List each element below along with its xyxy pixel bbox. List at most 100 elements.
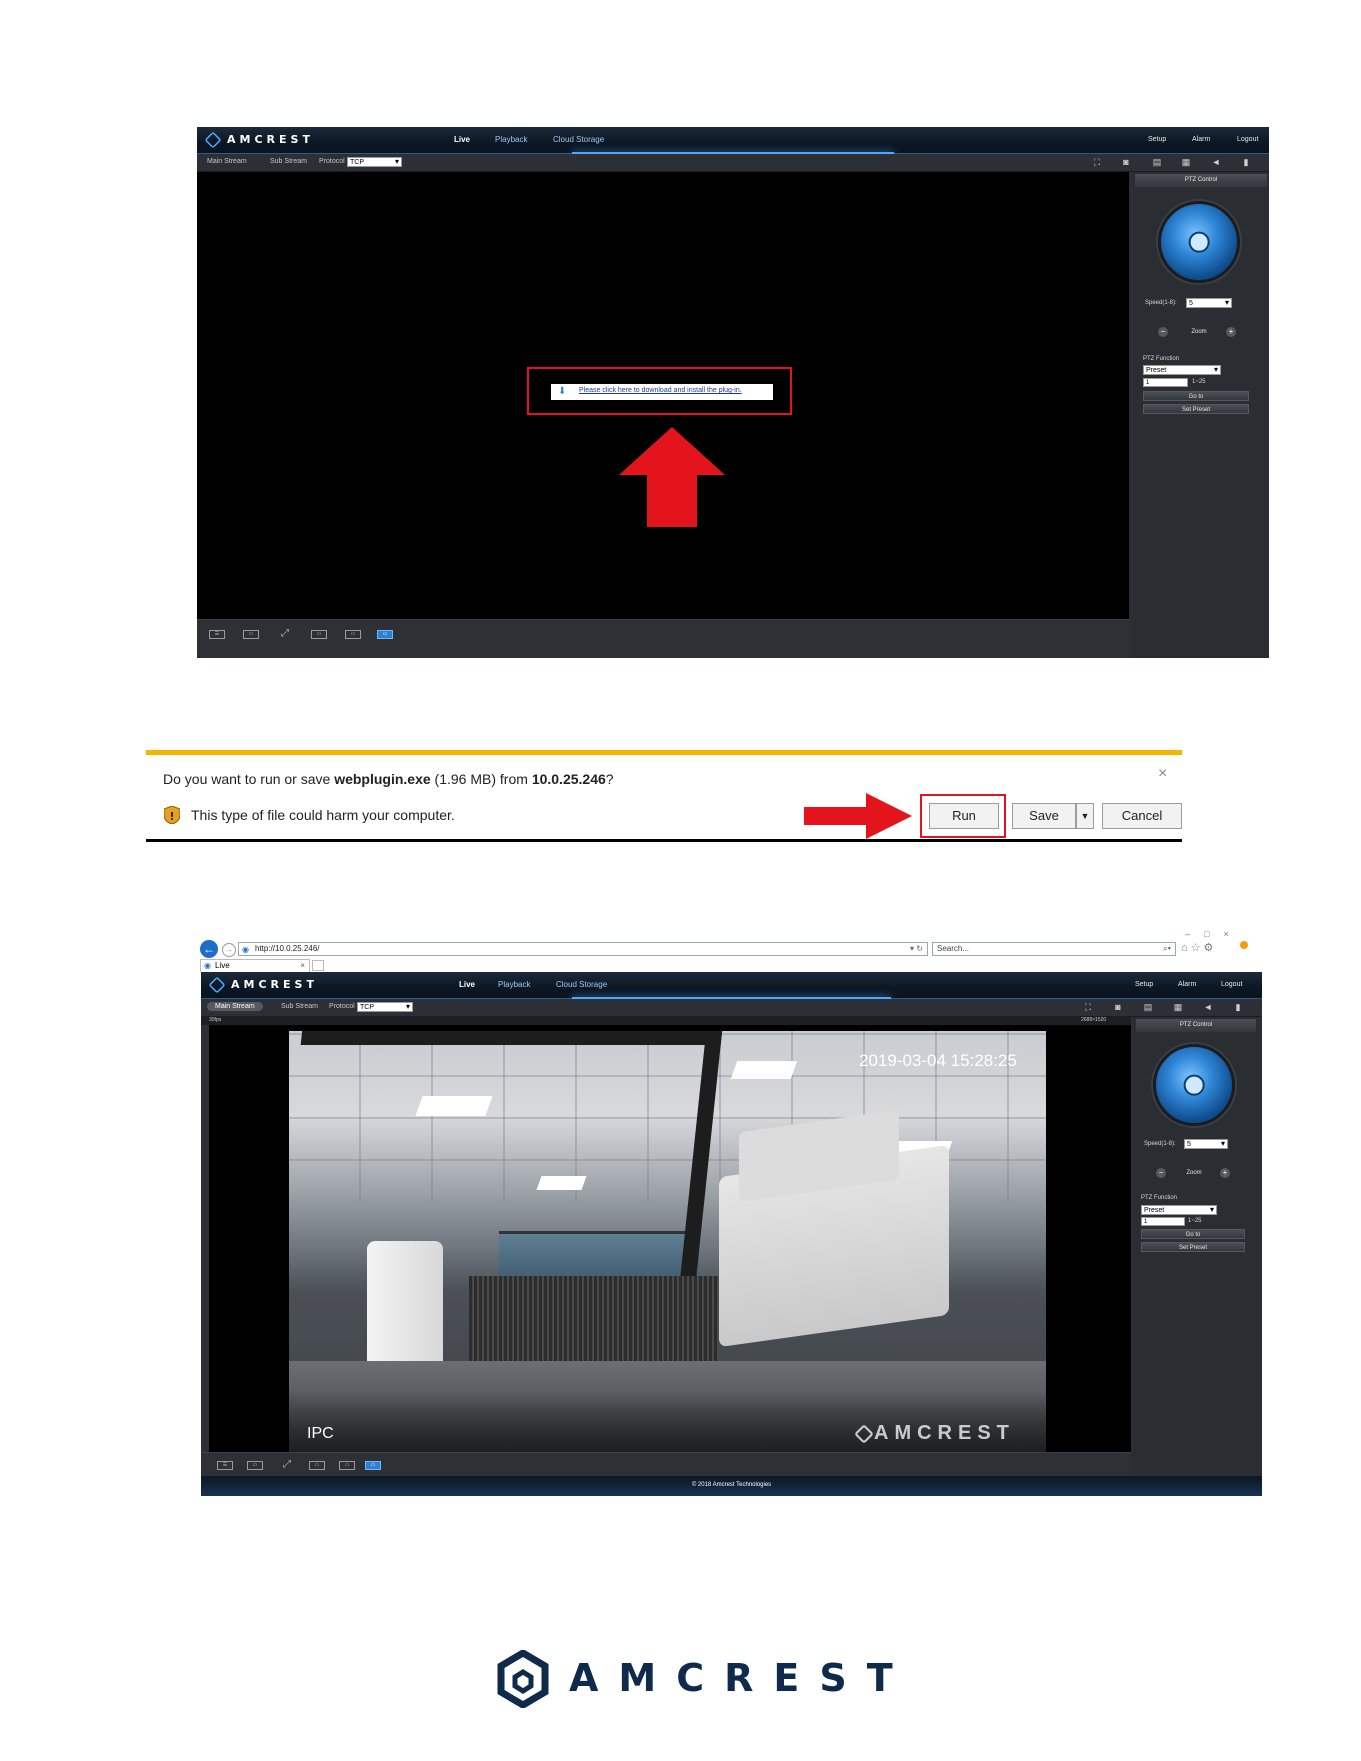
stream-info-bar: 30fps 2688×1520 bbox=[201, 1017, 1131, 1025]
zoom-in-button[interactable]: + bbox=[1226, 327, 1236, 337]
preset-number-input[interactable]: 1 bbox=[1141, 1217, 1185, 1226]
amcrest-logo: AMCREST bbox=[204, 131, 314, 149]
nav-alarm[interactable]: Alarm bbox=[1192, 136, 1210, 143]
camera-web-ui-live: AMCREST Live Playback Cloud Storage Setu… bbox=[201, 972, 1262, 1496]
copyright-text: © 2018 Amcrest Technologies bbox=[691, 1482, 772, 1488]
preset-range: 1~25 bbox=[1188, 1218, 1202, 1224]
realtime-icon[interactable]: ▭ bbox=[339, 1461, 355, 1470]
address-url: http://10.0.25.246/ bbox=[255, 944, 320, 953]
browser-search-input[interactable]: Search... ⌕▾ bbox=[932, 942, 1176, 956]
zoom-in-button[interactable]: + bbox=[1220, 1168, 1230, 1178]
browser-tab-live[interactable]: ◉ Live × bbox=[200, 959, 310, 972]
ptz-center-icon[interactable] bbox=[1188, 231, 1210, 253]
goto-button[interactable]: Go to bbox=[1143, 391, 1249, 401]
download-prompt: Do you want to run or save webplugin.exe… bbox=[163, 771, 614, 787]
refresh-icon[interactable]: ▾ ↻ bbox=[910, 943, 923, 955]
ratio-icon[interactable]: ▭ bbox=[247, 1461, 263, 1470]
footer-brand-text: AMCREST bbox=[569, 1656, 913, 1700]
microphone-icon[interactable]: ▮ bbox=[1239, 157, 1253, 168]
nav-playback[interactable]: Playback bbox=[498, 980, 530, 989]
smooth-icon[interactable]: ▭ bbox=[309, 1461, 325, 1470]
preset-number-input[interactable]: 1 bbox=[1143, 378, 1188, 387]
tab-main-stream[interactable]: Main Stream bbox=[207, 1002, 263, 1011]
ptz-function-select[interactable]: Preset bbox=[1141, 1205, 1217, 1215]
amcrest-logo-icon bbox=[204, 131, 222, 149]
set-preset-button[interactable]: Set Preset bbox=[1141, 1242, 1245, 1252]
nav-setup[interactable]: Setup bbox=[1135, 981, 1153, 988]
image-icon[interactable]: ▤ bbox=[1150, 157, 1164, 168]
nav-setup[interactable]: Setup bbox=[1148, 136, 1166, 143]
ceiling-light bbox=[730, 1061, 798, 1079]
fluency-icon[interactable]: ▭ bbox=[377, 630, 393, 639]
ratio-icon[interactable]: ▭ bbox=[243, 630, 259, 639]
record-icon[interactable]: ▦ bbox=[1179, 157, 1193, 168]
ptz-function-select[interactable]: Preset bbox=[1143, 365, 1221, 375]
snapshot-icon[interactable]: ◙ bbox=[1119, 157, 1133, 168]
tab-sub-stream[interactable]: Sub Stream bbox=[281, 1003, 318, 1010]
run-button[interactable]: Run bbox=[929, 803, 999, 829]
image-icon[interactable]: ▤ bbox=[1141, 1002, 1155, 1013]
realtime-icon[interactable]: ▭ bbox=[345, 630, 361, 639]
speaker-icon[interactable]: ◄ bbox=[1201, 1002, 1215, 1013]
plugin-download-link[interactable]: Please click here to download and instal… bbox=[579, 387, 742, 394]
tab-favicon-icon: ◉ bbox=[204, 961, 211, 970]
fluency-icon[interactable]: ▭ bbox=[365, 1461, 381, 1470]
snapshot-icon[interactable]: ◙ bbox=[1111, 1002, 1125, 1013]
protocol-select[interactable]: TCP bbox=[347, 157, 402, 167]
expand-icon[interactable]: ⤢ bbox=[277, 629, 293, 639]
adjust-icon[interactable]: ☰ bbox=[217, 1461, 233, 1470]
page-icon: ◉ bbox=[242, 945, 249, 954]
speed-select[interactable]: 5 bbox=[1184, 1139, 1228, 1149]
speaker-icon[interactable]: ◄ bbox=[1209, 157, 1223, 168]
plugin-download-button[interactable]: ⬇ Please click here to download and inst… bbox=[551, 384, 773, 400]
cancel-button[interactable]: Cancel bbox=[1102, 803, 1182, 829]
osd-timestamp: 2019-03-04 15:28:25 bbox=[859, 1051, 1017, 1070]
download-icon: ⬇ bbox=[558, 386, 567, 397]
amcrest-footer-logo: AMCREST bbox=[497, 1650, 893, 1710]
protocol-label: Protocol bbox=[319, 158, 345, 165]
tab-main-stream[interactable]: Main Stream bbox=[207, 158, 247, 165]
address-bar[interactable]: ◉ http://10.0.25.246/ ▾ ↻ bbox=[238, 942, 928, 956]
nav-logout[interactable]: Logout bbox=[1237, 136, 1258, 143]
browser-toolbar-icons[interactable]: ⌂☆⚙ bbox=[1181, 941, 1216, 954]
speed-select[interactable]: 5 bbox=[1186, 298, 1232, 308]
window-controls[interactable]: –□× bbox=[1185, 929, 1243, 939]
expand-icon[interactable]: ⤢ bbox=[279, 1460, 295, 1470]
nav-live[interactable]: Live bbox=[454, 135, 470, 144]
tab-sub-stream[interactable]: Sub Stream bbox=[270, 158, 307, 165]
video-viewport: ⬇ Please click here to download and inst… bbox=[197, 172, 1129, 619]
forward-button-icon[interactable]: → bbox=[222, 943, 236, 957]
protocol-select[interactable]: TCP bbox=[357, 1002, 413, 1012]
nav-logout[interactable]: Logout bbox=[1221, 981, 1242, 988]
nav-alarm[interactable]: Alarm bbox=[1178, 981, 1196, 988]
ptz-center-icon[interactable] bbox=[1183, 1074, 1205, 1096]
fullscreen-icon[interactable]: ⛶ bbox=[1090, 157, 1104, 168]
new-tab-button[interactable] bbox=[312, 960, 324, 971]
stream-toolbar: Main Stream Sub Stream Protocol TCP ⛶ ◙ … bbox=[197, 154, 1269, 172]
nav-playback[interactable]: Playback bbox=[495, 135, 527, 144]
nav-cloud-storage[interactable]: Cloud Storage bbox=[556, 980, 607, 989]
ptz-panel: PTZ Control Speed(1-8): 5 − Zoom + PTZ F… bbox=[1133, 172, 1269, 658]
record-icon[interactable]: ▦ bbox=[1171, 1002, 1185, 1013]
microphone-icon[interactable]: ▮ bbox=[1231, 1002, 1245, 1013]
tab-close-icon[interactable]: × bbox=[300, 960, 305, 972]
fullscreen-icon[interactable]: ⛶ bbox=[1081, 1002, 1095, 1013]
save-button[interactable]: Save bbox=[1012, 803, 1076, 829]
goto-button[interactable]: Go to bbox=[1141, 1229, 1245, 1239]
download-warning: This type of file could harm your comput… bbox=[191, 807, 455, 823]
search-icon[interactable]: ⌕▾ bbox=[1163, 943, 1171, 955]
ptz-direction-dial[interactable] bbox=[1158, 201, 1240, 283]
nav-live[interactable]: Live bbox=[459, 980, 475, 989]
zoom-out-button[interactable]: − bbox=[1156, 1168, 1166, 1178]
ptz-panel: PTZ Control Speed(1-8): 5 − Zoom + PTZ F… bbox=[1134, 1017, 1258, 1462]
smiley-icon[interactable] bbox=[1240, 941, 1248, 949]
save-dropdown-chevron-icon[interactable]: ▼ bbox=[1076, 803, 1094, 829]
zoom-out-button[interactable]: − bbox=[1158, 327, 1168, 337]
set-preset-button[interactable]: Set Preset bbox=[1143, 404, 1249, 414]
adjust-icon[interactable]: ☰ bbox=[209, 630, 225, 639]
back-button-icon[interactable]: ← bbox=[200, 940, 218, 958]
close-icon[interactable]: × bbox=[1158, 765, 1167, 783]
smooth-icon[interactable]: ▭ bbox=[311, 630, 327, 639]
ptz-direction-dial[interactable] bbox=[1153, 1044, 1235, 1126]
nav-cloud-storage[interactable]: Cloud Storage bbox=[553, 135, 604, 144]
